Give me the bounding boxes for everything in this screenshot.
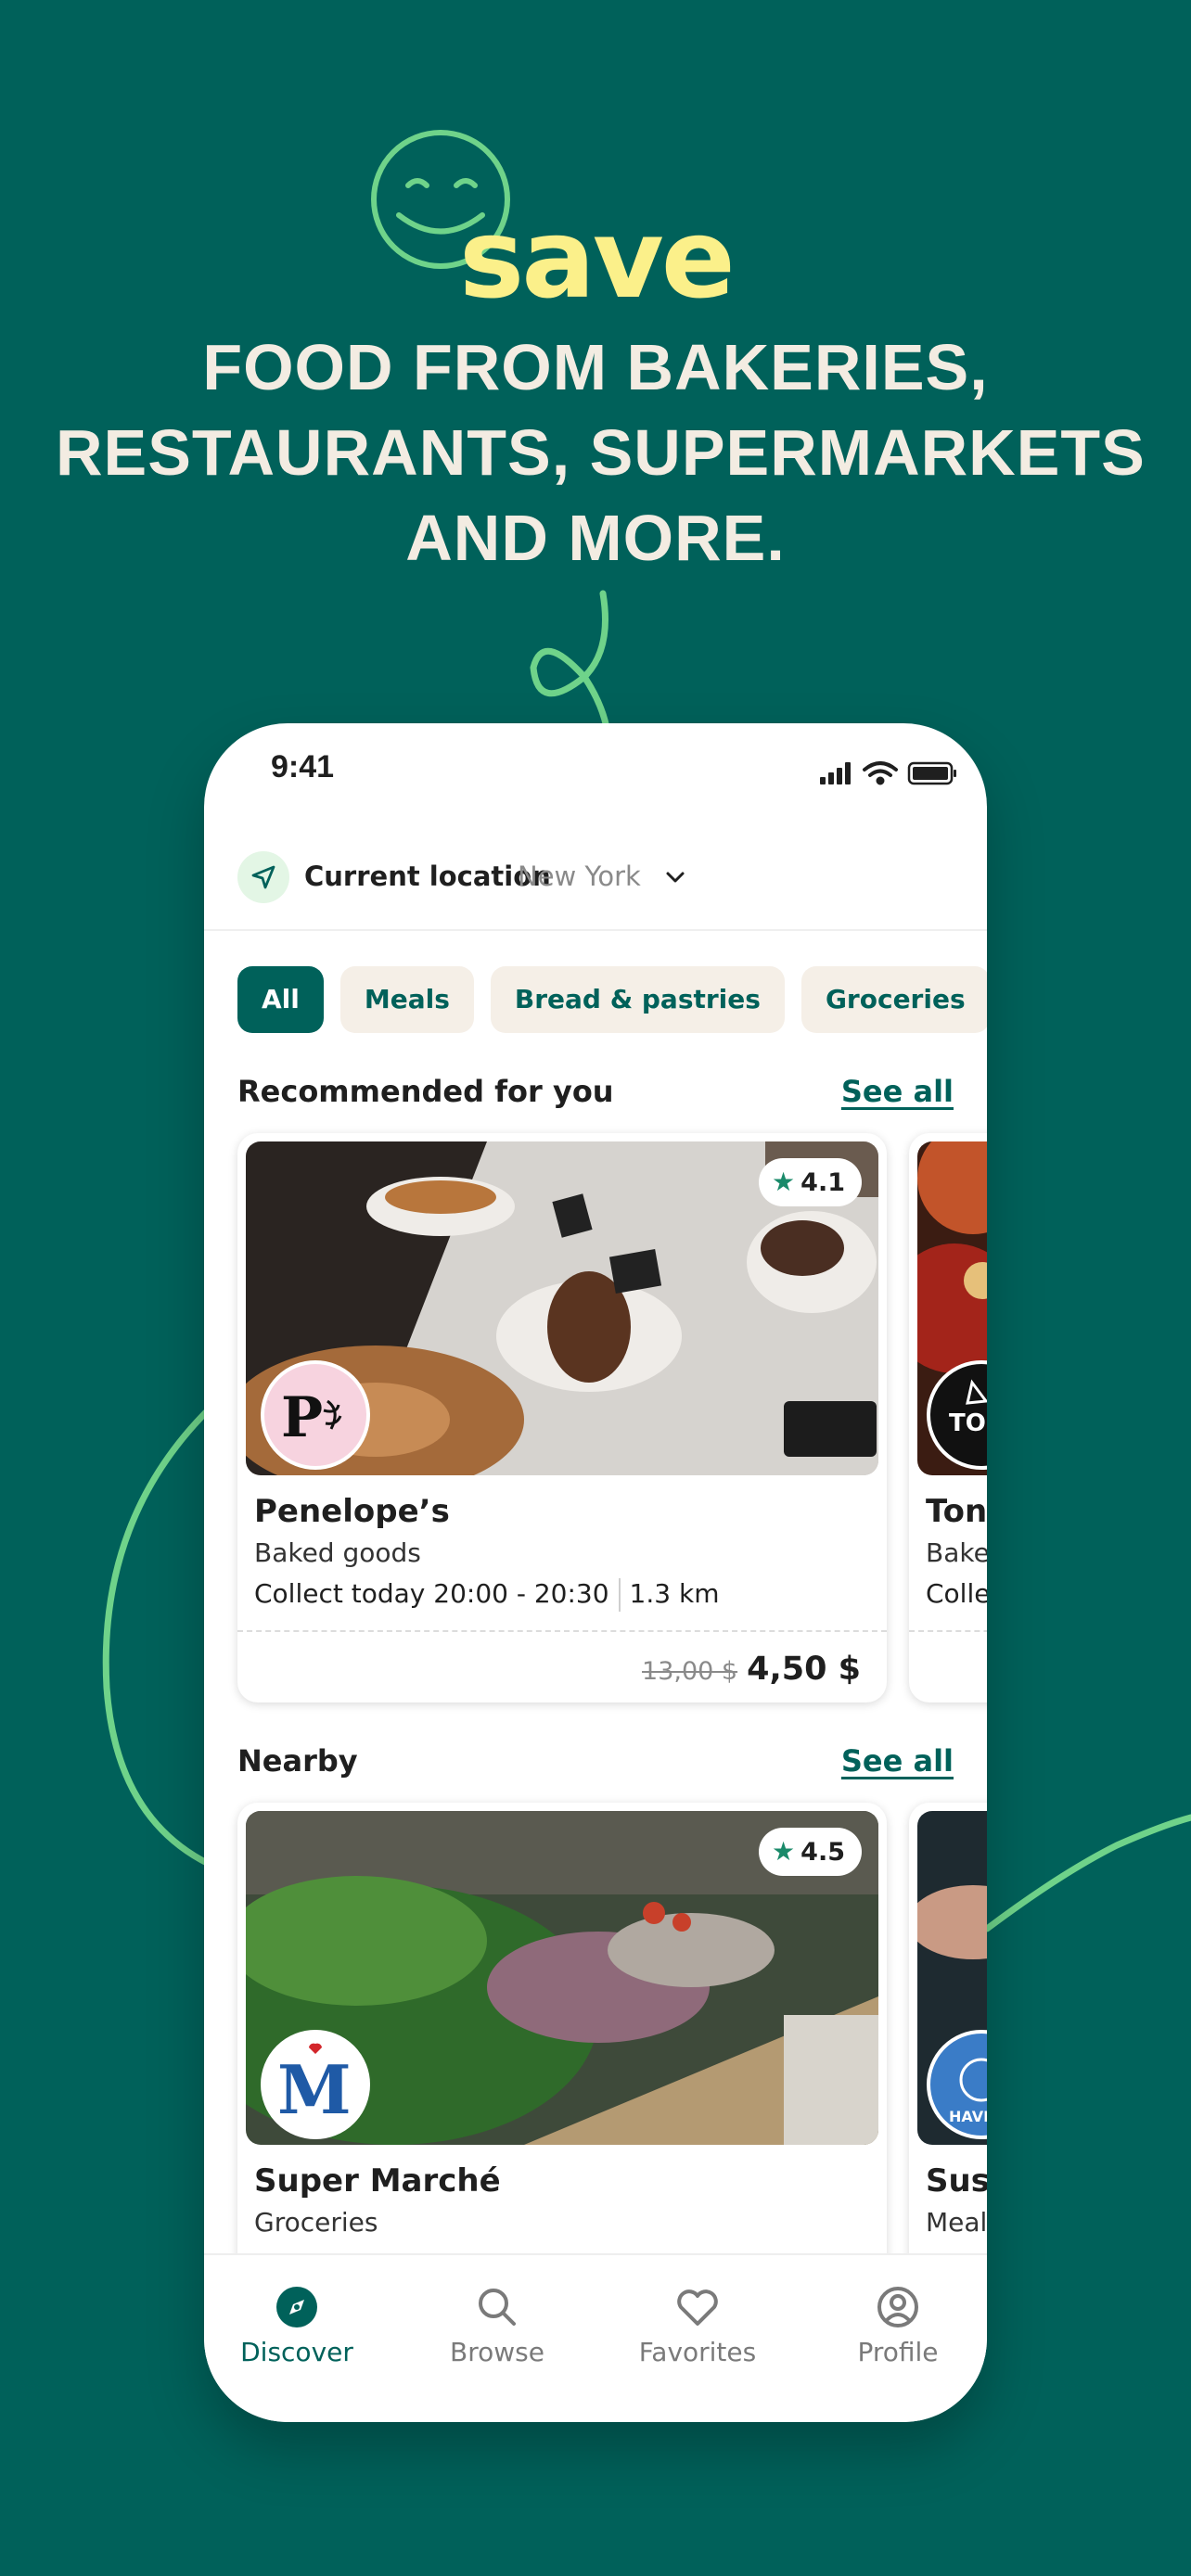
rating-badge: ★ 4.1 bbox=[759, 1158, 862, 1206]
store-category: Bake bbox=[926, 1537, 987, 1568]
store-card-penelopes[interactable]: ★ 4.1 P Penelope’s Baked goods Collect to… bbox=[237, 1133, 887, 1702]
store-image-sushi: HAVEN bbox=[917, 1811, 987, 2145]
loop-doodle bbox=[530, 590, 611, 736]
card-divider bbox=[237, 1630, 887, 1632]
store-name: Penelope’s bbox=[254, 1493, 450, 1530]
divider bbox=[618, 1578, 621, 1612]
tab-label: Browse bbox=[450, 2337, 544, 2367]
status-icons bbox=[820, 761, 956, 785]
store-logo-text: TON bbox=[949, 1409, 987, 1437]
new-price: 4,50 $ bbox=[747, 1651, 861, 1688]
tab-label: Favorites bbox=[638, 2337, 757, 2367]
store-card-tony[interactable]: TON Tony Bake Colle bbox=[909, 1133, 987, 1702]
tab-browse[interactable]: Browse bbox=[423, 2283, 571, 2367]
headline-line-2: RESTAURANTS, SUPERMARKETS bbox=[56, 416, 1146, 489]
store-image-pastries: ★ 4.1 P bbox=[246, 1141, 878, 1475]
location-city: New York bbox=[518, 861, 641, 892]
star-icon: ★ bbox=[772, 1167, 796, 1197]
tab-discover[interactable]: Discover bbox=[223, 2283, 371, 2367]
location-arrow-icon bbox=[237, 851, 289, 903]
store-logo-text: HAVEN bbox=[949, 2108, 987, 2125]
rating-badge: ★ 4.5 bbox=[759, 1828, 862, 1876]
location-bar[interactable]: Current location New York bbox=[204, 825, 987, 931]
search-icon bbox=[479, 2289, 516, 2326]
headline-line-3: AND MORE. bbox=[405, 502, 786, 574]
heart-icon bbox=[677, 2289, 718, 2326]
chip-bread-pastries[interactable]: Bread & pastries bbox=[490, 966, 785, 1033]
tab-label: Profile bbox=[857, 2337, 939, 2367]
cellular-signal-icon bbox=[820, 762, 851, 784]
star-icon: ★ bbox=[772, 1836, 796, 1867]
nearby-title: Nearby bbox=[237, 1743, 358, 1779]
rating-value: 4.1 bbox=[800, 1168, 845, 1197]
recommended-see-all-link[interactable]: See all bbox=[841, 1074, 954, 1109]
chip-meals[interactable]: Meals bbox=[339, 966, 474, 1033]
store-card-sush[interactable]: HAVEN Sush Meal bbox=[909, 1803, 987, 2322]
collect-time: Colle bbox=[926, 1578, 987, 1609]
rating-value: 4.5 bbox=[800, 1838, 845, 1867]
store-name: Sush bbox=[926, 2162, 987, 2200]
tab-profile[interactable]: Profile bbox=[824, 2283, 972, 2367]
store-pickup-info: Collect today 20:00 - 20:30 1.3 km bbox=[254, 1578, 719, 1612]
store-name: Tony bbox=[926, 1493, 987, 1530]
card-divider bbox=[909, 1630, 987, 1632]
category-chips: AllMealsBread & pastriesGroceriesCo bbox=[237, 966, 987, 1033]
store-category: Baked goods bbox=[254, 1537, 421, 1568]
tab-favorites[interactable]: Favorites bbox=[623, 2283, 772, 2367]
save-headline-word: save bbox=[459, 195, 736, 323]
bottom-tab-bar: Discover Browse Favorites Profile bbox=[204, 2253, 987, 2422]
store-image-pizza: TON bbox=[917, 1141, 987, 1475]
profile-icon bbox=[877, 2287, 918, 2327]
left-curve-doodle bbox=[102, 1406, 212, 1868]
price-block: 13,00 $ 4,50 $ bbox=[642, 1651, 861, 1688]
store-logo-letter: P bbox=[281, 1385, 323, 1450]
old-price: 13,00 $ bbox=[642, 1657, 738, 1686]
status-bar: 9:41 bbox=[204, 723, 987, 816]
tab-label: Discover bbox=[240, 2337, 353, 2367]
recommended-title: Recommended for you bbox=[237, 1074, 614, 1109]
store-category: Meal bbox=[926, 2207, 987, 2238]
battery-icon bbox=[907, 761, 956, 785]
store-name: Super Marché bbox=[254, 2162, 501, 2200]
store-distance: 1.3 km bbox=[629, 1578, 720, 1609]
chip-groceries[interactable]: Groceries bbox=[800, 966, 987, 1033]
headline-line-1: FOOD FROM BAKERIES, bbox=[202, 331, 989, 403]
location-label: Current location bbox=[304, 861, 551, 892]
chip-all[interactable]: All bbox=[237, 966, 324, 1033]
chevron-down-icon[interactable] bbox=[662, 864, 688, 890]
wifi-icon bbox=[863, 761, 898, 785]
status-time: 9:41 bbox=[271, 749, 335, 784]
collect-time: Collect today 20:00 - 20:30 bbox=[254, 1578, 609, 1609]
store-category: Groceries bbox=[254, 2207, 378, 2238]
store-logo-super-marche: M bbox=[261, 2030, 370, 2139]
store-logo-penelopes: P bbox=[261, 1360, 370, 1470]
store-card-super-marche[interactable]: ★ 4.5 M Super Marché Groceries bbox=[237, 1803, 887, 2322]
phone-screen: 9:41 Current location New York All Meals… bbox=[204, 723, 987, 2422]
compass-icon bbox=[276, 2287, 317, 2327]
nearby-see-all-link[interactable]: See all bbox=[841, 1743, 954, 1779]
hero-headline: FOOD FROM BAKERIES, RESTAURANTS, SUPERMA… bbox=[56, 325, 1146, 580]
store-image-produce: ★ 4.5 M bbox=[246, 1811, 878, 2145]
store-logo-letter: M bbox=[277, 2050, 352, 2129]
right-curve-doodle bbox=[983, 1814, 1191, 1932]
